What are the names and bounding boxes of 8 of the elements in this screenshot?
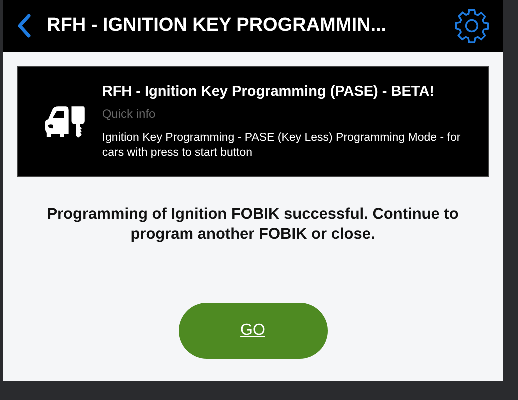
card-title: RFH - Ignition Key Programming (PASE) - BETA! — [102, 82, 436, 102]
page-title: RFH - IGNITION KEY PROGRAMMIN... — [47, 14, 388, 38]
card-subtitle: Quick info — [102, 106, 157, 124]
back-icon[interactable] — [17, 14, 31, 38]
settings-icon[interactable] — [453, 7, 491, 45]
status-message: Programming of Ignition FOBIK successful. Continue to program another FOBIK or close. — [46, 205, 460, 246]
card-description: Ignition Key Programming - PASE (Key Less) Programming Mode - for cars with press to start button — [102, 131, 462, 162]
go-button[interactable]: GO — [178, 303, 328, 360]
